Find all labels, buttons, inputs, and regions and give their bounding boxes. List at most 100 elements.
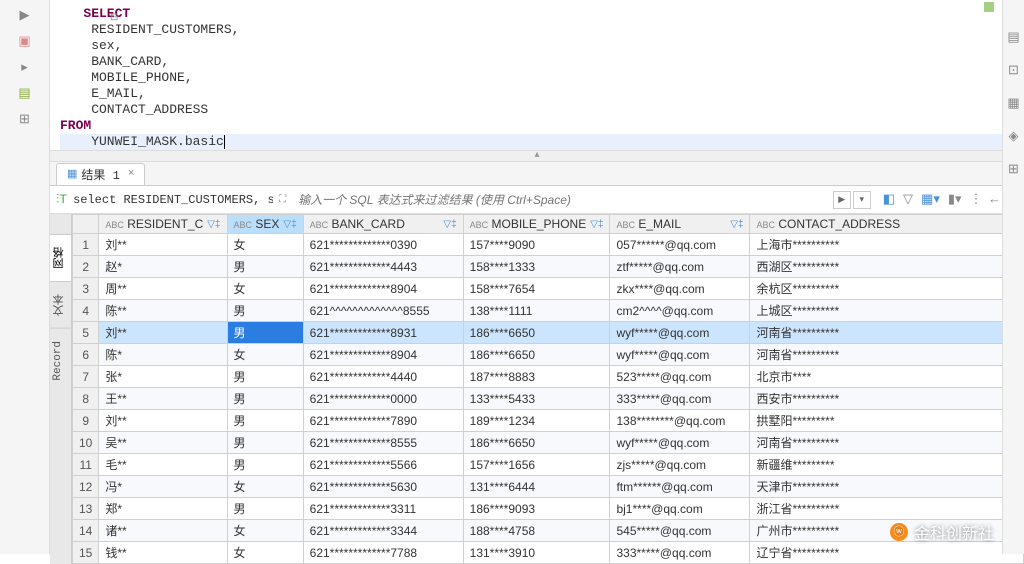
row-number[interactable]: 4 bbox=[73, 300, 99, 322]
save-icon[interactable]: ▦▾ bbox=[921, 192, 940, 207]
row-number[interactable]: 14 bbox=[73, 520, 99, 542]
tab-results-1[interactable]: ▦ 结果 1 × bbox=[56, 163, 145, 185]
cell-addr[interactable]: 西湖区********** bbox=[750, 256, 1024, 278]
vtab-text[interactable]: 文本 bbox=[50, 281, 71, 328]
row-number[interactable]: 12 bbox=[73, 476, 99, 498]
cell-bank[interactable]: 621*************0390 bbox=[303, 234, 463, 256]
fold-icon[interactable]: ⊟ bbox=[110, 11, 118, 27]
cell-bank[interactable]: 621*************0000 bbox=[303, 388, 463, 410]
cell-sex[interactable]: 男 bbox=[227, 432, 303, 454]
cell-sex[interactable]: 男 bbox=[227, 454, 303, 476]
icon-3[interactable]: ▸ bbox=[17, 60, 33, 76]
cell-sex[interactable]: 男 bbox=[227, 300, 303, 322]
row-number[interactable]: 9 bbox=[73, 410, 99, 432]
cell-addr[interactable]: 河南省********** bbox=[750, 344, 1024, 366]
cell-bank[interactable]: 621*************8931 bbox=[303, 322, 463, 344]
cell-addr[interactable]: 天津市********** bbox=[750, 476, 1024, 498]
funnel-icon[interactable]: ▽ bbox=[903, 192, 913, 207]
table-row[interactable]: 5刘**男621*************8931186****6650wyf*… bbox=[73, 322, 1024, 344]
run-icon[interactable]: ▶ bbox=[17, 8, 33, 24]
rail-icon-1[interactable]: ▤ bbox=[1007, 30, 1019, 45]
nav-prev-button[interactable]: ▶ bbox=[833, 191, 851, 209]
cell-email[interactable]: zjs*****@qq.com bbox=[610, 454, 750, 476]
col-rownum[interactable] bbox=[73, 215, 99, 234]
cell-bank[interactable]: 621*************7788 bbox=[303, 542, 463, 564]
cell-resident[interactable]: 张* bbox=[99, 366, 227, 388]
row-number[interactable]: 1 bbox=[73, 234, 99, 256]
cell-sex[interactable]: 女 bbox=[227, 278, 303, 300]
cell-mobile[interactable]: 188****4758 bbox=[463, 520, 610, 542]
cell-sex[interactable]: 女 bbox=[227, 476, 303, 498]
table-row[interactable]: 11毛**男621*************5566157****1656zjs… bbox=[73, 454, 1024, 476]
table-row[interactable]: 15钱**女621*************7788131****3910333… bbox=[73, 542, 1024, 564]
cell-email[interactable]: 057******@qq.com bbox=[610, 234, 750, 256]
cell-bank[interactable]: 621*************5566 bbox=[303, 454, 463, 476]
cell-resident[interactable]: 周** bbox=[99, 278, 227, 300]
cell-bank[interactable]: 621*************4440 bbox=[303, 366, 463, 388]
cell-email[interactable]: 138********@qq.com bbox=[610, 410, 750, 432]
cell-sex[interactable]: 女 bbox=[227, 234, 303, 256]
cell-addr[interactable]: 上城区********** bbox=[750, 300, 1024, 322]
more-icon[interactable]: ⋮ bbox=[970, 192, 983, 207]
row-number[interactable]: 15 bbox=[73, 542, 99, 564]
icon-2[interactable]: ▣ bbox=[17, 34, 33, 50]
cell-addr[interactable]: 辽宁省********** bbox=[750, 542, 1024, 564]
cell-email[interactable]: 333*****@qq.com bbox=[610, 542, 750, 564]
cell-resident[interactable]: 陈* bbox=[99, 344, 227, 366]
table-row[interactable]: 6陈*女621*************8904186****6650wyf**… bbox=[73, 344, 1024, 366]
cell-resident[interactable]: 刘** bbox=[99, 322, 227, 344]
cell-mobile[interactable]: 131****6444 bbox=[463, 476, 610, 498]
cell-mobile[interactable]: 187****8883 bbox=[463, 366, 610, 388]
table-row[interactable]: 14诸**女621*************3344188****4758545… bbox=[73, 520, 1024, 542]
sql-editor[interactable]: ⊟ SELECT RESIDENT_CUSTOMERS, sex, BANK_C… bbox=[50, 0, 1024, 150]
col-addr[interactable]: ABC CONTACT_ADDRESS▽‡ bbox=[750, 215, 1024, 234]
col-resident[interactable]: ABC RESIDENT_C▽‡ bbox=[99, 215, 227, 234]
row-number[interactable]: 13 bbox=[73, 498, 99, 520]
table-row[interactable]: 10吴**男621*************8555186****6650wyf… bbox=[73, 432, 1024, 454]
row-number[interactable]: 5 bbox=[73, 322, 99, 344]
filter-input[interactable] bbox=[292, 190, 827, 210]
cell-resident[interactable]: 冯* bbox=[99, 476, 227, 498]
expand-icon[interactable]: ⛶ bbox=[279, 194, 286, 206]
col-mobile[interactable]: ABC MOBILE_PHONE▽‡ bbox=[463, 215, 610, 234]
cell-bank[interactable]: 621*************5630 bbox=[303, 476, 463, 498]
cell-email[interactable]: wyf*****@qq.com bbox=[610, 432, 750, 454]
cell-addr[interactable]: 西安市********** bbox=[750, 388, 1024, 410]
cell-addr[interactable]: 余杭区********** bbox=[750, 278, 1024, 300]
cell-bank[interactable]: 621*************8904 bbox=[303, 344, 463, 366]
cell-resident[interactable]: 陈** bbox=[99, 300, 227, 322]
rail-icon-2[interactable]: ⊡ bbox=[1008, 63, 1019, 78]
cell-addr[interactable]: 浙江省********** bbox=[750, 498, 1024, 520]
cell-resident[interactable]: 吴** bbox=[99, 432, 227, 454]
cell-email[interactable]: ztf*****@qq.com bbox=[610, 256, 750, 278]
cell-mobile[interactable]: 186****9093 bbox=[463, 498, 610, 520]
icon-5[interactable]: ⊞ bbox=[17, 112, 33, 128]
cell-mobile[interactable]: 158****7654 bbox=[463, 278, 610, 300]
cell-resident[interactable]: 钱** bbox=[99, 542, 227, 564]
table-row[interactable]: 9刘**男621*************7890189****1234138*… bbox=[73, 410, 1024, 432]
cell-mobile[interactable]: 131****3910 bbox=[463, 542, 610, 564]
cell-email[interactable]: 523*****@qq.com bbox=[610, 366, 750, 388]
vtab-grid[interactable]: 网格 bbox=[50, 234, 71, 281]
cell-mobile[interactable]: 157****1656 bbox=[463, 454, 610, 476]
panel-icon[interactable]: ◧ bbox=[883, 192, 895, 207]
cell-email[interactable]: ftm******@qq.com bbox=[610, 476, 750, 498]
cell-bank[interactable]: 621*************4443 bbox=[303, 256, 463, 278]
cell-addr[interactable]: 北京市**** bbox=[750, 366, 1024, 388]
cell-resident[interactable]: 王** bbox=[99, 388, 227, 410]
results-grid[interactable]: ABC RESIDENT_C▽‡ ABC SEX▽‡ ABC BANK_CARD… bbox=[72, 214, 1024, 564]
cell-bank[interactable]: 621*************7890 bbox=[303, 410, 463, 432]
cell-mobile[interactable]: 158****1333 bbox=[463, 256, 610, 278]
cell-sex[interactable]: 男 bbox=[227, 366, 303, 388]
table-row[interactable]: 2赵*男621*************4443158****1333ztf**… bbox=[73, 256, 1024, 278]
row-number[interactable]: 2 bbox=[73, 256, 99, 278]
cell-email[interactable]: 333*****@qq.com bbox=[610, 388, 750, 410]
cell-addr[interactable]: 上海市********** bbox=[750, 234, 1024, 256]
row-number[interactable]: 7 bbox=[73, 366, 99, 388]
cell-email[interactable]: wyf*****@qq.com bbox=[610, 322, 750, 344]
table-row[interactable]: 13郑*男621*************3311186****9093bj1*… bbox=[73, 498, 1024, 520]
cell-sex[interactable]: 男 bbox=[227, 410, 303, 432]
cell-resident[interactable]: 赵* bbox=[99, 256, 227, 278]
close-icon[interactable]: × bbox=[128, 168, 135, 180]
cell-email[interactable]: zkx****@qq.com bbox=[610, 278, 750, 300]
